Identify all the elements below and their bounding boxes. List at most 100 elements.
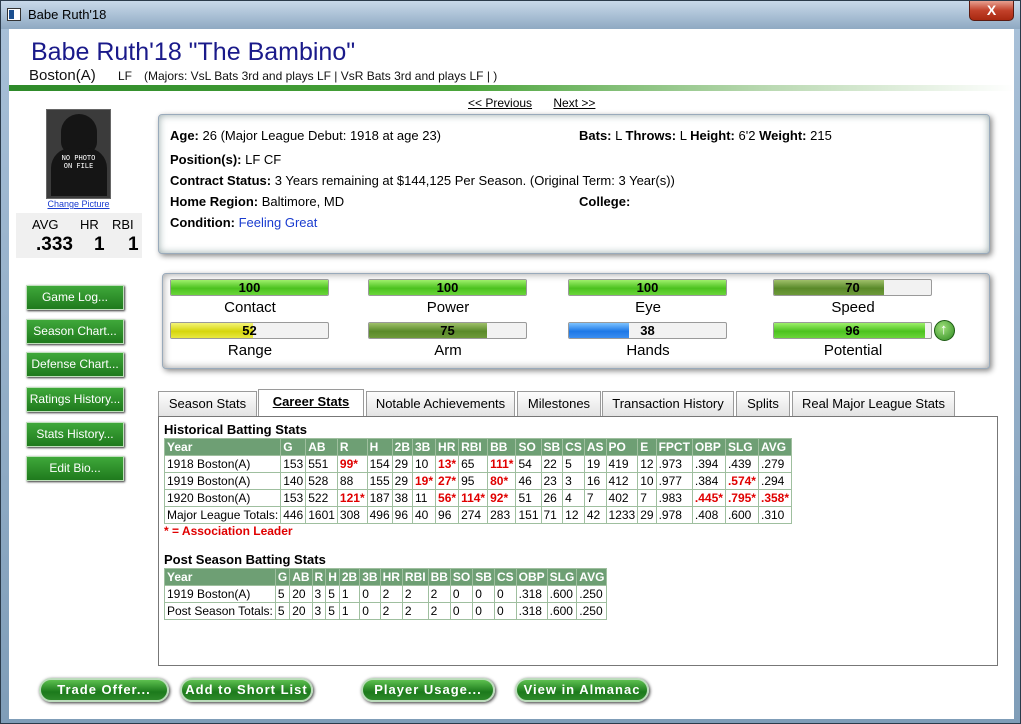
player-role: (Majors: VsL Bats 3rd and plays LF | VsR… [144, 69, 498, 83]
bats-value: L [615, 128, 622, 143]
window-title: Babe Ruth'18 [28, 7, 107, 22]
physical-row: Bats: L Throws: L Height: 6'2 Weight: 21… [579, 128, 832, 143]
tab-notable-achievements[interactable]: Notable Achievements [366, 391, 515, 416]
table-row: Post Season Totals: 5 20 3 5 1 0 2 2 2 0 0 0.318.600… [164, 602, 608, 620]
column-header: FPCT [655, 438, 693, 456]
arm-rating-label: Arm [434, 342, 462, 359]
title-bar: Babe Ruth'18 X [1, 1, 1020, 29]
table-cell: 1233 [605, 506, 639, 524]
table-cell: .250 [576, 585, 608, 603]
no-photo-text: NO PHOTO ON FILE [47, 154, 110, 170]
condition-row: Condition: Feeling Great [170, 215, 317, 230]
table-cell: 80* [487, 472, 517, 490]
trade-offer-button[interactable]: Trade Offer... [39, 678, 169, 702]
tab-transaction-history[interactable]: Transaction History [602, 391, 734, 416]
tab-real-major-league-stats[interactable]: Real Major League Stats [792, 391, 955, 416]
table-cell: 551 [305, 455, 338, 473]
tab-splits[interactable]: Splits [736, 391, 790, 416]
column-header: AB [305, 438, 338, 456]
table-cell: 446 [280, 506, 307, 524]
edit-bio-button[interactable]: Edit Bio... [26, 456, 124, 481]
table-cell: 16 [583, 472, 607, 490]
table-cell: 0 [493, 585, 517, 603]
player-profile: Babe Ruth'18 "The Bambino" Boston(A) LF … [9, 29, 1014, 719]
table-cell: 121* [336, 489, 368, 507]
contract-value: 3 Years remaining at $144,125 Per Season… [274, 173, 675, 188]
table-cell: .358* [757, 489, 793, 507]
table-cell: 46 [515, 472, 542, 490]
age-row: Age: 26 (Major League Debut: 1918 at age… [170, 128, 441, 143]
column-header: SB [472, 568, 495, 586]
table-cell: .600 [724, 506, 759, 524]
weight-value: 215 [810, 128, 832, 143]
eye-rating-bar: 100 [568, 279, 727, 296]
table-cell: 2 [427, 585, 451, 603]
table-cell: 5 [274, 585, 291, 603]
column-header: AVG [757, 438, 793, 456]
tab-season-stats[interactable]: Season Stats [158, 391, 257, 416]
tab-career-stats[interactable]: Career Stats [258, 389, 364, 417]
table-cell: .394 [691, 455, 726, 473]
table-cell: 1919 Boston(A) [164, 585, 276, 603]
column-header: HR [435, 438, 460, 456]
view-in-almanac-button[interactable]: View in Almanac [515, 678, 649, 702]
table-cell: 4 [562, 489, 585, 507]
change-picture-link[interactable]: Change Picture [46, 199, 111, 209]
ratings-history-button[interactable]: Ratings History... [26, 387, 124, 412]
table-cell: 0 [359, 585, 381, 603]
player-nav: << Previous Next >> [468, 96, 613, 110]
table-cell: 114* [458, 489, 489, 507]
potential-rating-label: Potential [823, 342, 883, 359]
table-cell: 1918 Boston(A) [163, 455, 282, 473]
column-header: RBI [458, 438, 489, 456]
column-header: SO [449, 568, 474, 586]
table-cell: 54 [515, 455, 542, 473]
table-cell: 2 [401, 585, 429, 603]
positions-label: Position(s): [170, 152, 242, 167]
speed-rating-value: 70 [845, 280, 860, 295]
tab-milestones[interactable]: Milestones [517, 391, 601, 416]
condition-value: Feeling Great [238, 215, 318, 230]
table-cell: .439 [724, 455, 759, 473]
column-header: R [336, 438, 368, 456]
player-photo: NO PHOTO ON FILE [46, 109, 111, 199]
next-link[interactable]: Next >> [553, 96, 595, 110]
table-cell: 13* [435, 455, 460, 473]
eye-rating-value: 100 [636, 280, 659, 295]
table-cell: 88 [336, 472, 368, 490]
season-chart-button[interactable]: Season Chart... [26, 319, 124, 344]
table-cell: .574* [724, 472, 759, 490]
table-cell: 3 [311, 602, 327, 620]
table-cell: 496 [366, 506, 393, 524]
column-header: H [325, 568, 340, 586]
column-header: HR [379, 568, 403, 586]
power-rating-label: Power [426, 299, 470, 316]
close-button[interactable]: X [969, 1, 1014, 21]
table-cell: 274 [458, 506, 489, 524]
table-cell: 23 [540, 472, 564, 490]
column-header: 2B [338, 568, 361, 586]
table-row: 1919 Boston(A) 5 20 3 5 1 0 2 2 2 0 0 0.318.600.250 [164, 585, 608, 603]
table-cell: 0 [359, 602, 381, 620]
game-log-button[interactable]: Game Log... [26, 285, 124, 310]
column-header: G [274, 568, 291, 586]
table-row: 1919 Boston(A) 140 528 88 155 29 19* 27* 95 80* 46… [163, 472, 793, 490]
add-to-short-list-button[interactable]: Add to Short List [180, 678, 313, 702]
column-header: CS [562, 438, 585, 456]
column-header: SLG [546, 568, 578, 586]
no-photo-line2: ON FILE [63, 162, 94, 170]
previous-link[interactable]: << Previous [468, 96, 532, 110]
table-cell: 22 [540, 455, 564, 473]
throws-label: Throws: [625, 128, 677, 143]
table-cell: 151 [515, 506, 542, 524]
hr-value: 1 [94, 234, 105, 255]
player-usage-button[interactable]: Player Usage... [361, 678, 495, 702]
college-label: College: [579, 194, 631, 209]
table-cell: 71 [540, 506, 564, 524]
table-cell: .973 [655, 455, 693, 473]
defense-chart-button[interactable]: Defense Chart... [26, 352, 124, 377]
stats-history-button[interactable]: Stats History... [26, 422, 124, 447]
table-cell: 522 [305, 489, 338, 507]
table-cell: .983 [655, 489, 693, 507]
contract-row: Contract Status: 3 Years remaining at $1… [170, 173, 675, 188]
